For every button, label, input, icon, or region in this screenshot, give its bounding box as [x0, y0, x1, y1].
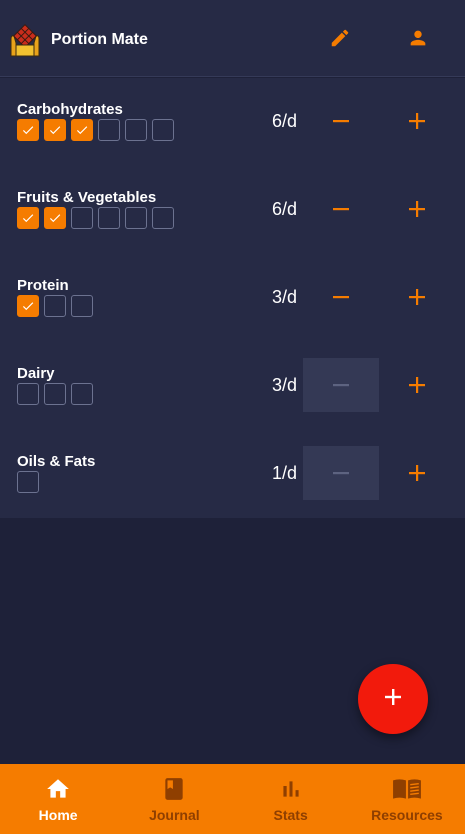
- minus-icon: [332, 376, 350, 394]
- app-title: Portion Mate: [51, 31, 148, 48]
- nav-stats-label: Stats: [273, 807, 308, 823]
- serving-checkboxes: [17, 471, 44, 493]
- daily-target: 6/d: [272, 199, 298, 219]
- increment-button[interactable]: [379, 270, 455, 324]
- serving-checkboxes: [17, 295, 98, 317]
- increment-button[interactable]: [379, 182, 455, 236]
- plus-icon: [383, 687, 403, 712]
- check-icon: [21, 299, 35, 313]
- nav-journal-label: Journal: [149, 807, 200, 823]
- check-icon: [75, 123, 89, 137]
- plus-icon: [408, 200, 426, 218]
- app-root: Portion Mate Carbohydrates 6/d Fruits & Ve…: [0, 0, 465, 834]
- nav-resources[interactable]: Resources: [349, 764, 465, 834]
- serving-checkbox-checked[interactable]: [17, 119, 39, 141]
- bar-chart-icon: [278, 776, 304, 802]
- category-row: Protein 3/d: [0, 277, 465, 365]
- serving-checkbox[interactable]: [44, 295, 66, 317]
- plus-icon: [408, 112, 426, 130]
- check-icon: [48, 123, 62, 137]
- nav-stats[interactable]: Stats: [233, 764, 349, 834]
- minus-icon: [332, 112, 350, 130]
- nav-home-label: Home: [38, 807, 78, 823]
- category-label: Oils & Fats: [17, 453, 96, 470]
- daily-target: 3/d: [272, 375, 298, 395]
- portion-list: Carbohydrates 6/d Fruits & Vegetables 6/d Pr…: [0, 78, 465, 518]
- plus-icon: [408, 464, 426, 482]
- serving-checkbox[interactable]: [125, 207, 147, 229]
- add-entry-button[interactable]: [358, 664, 428, 734]
- minus-icon: [332, 200, 350, 218]
- nav-journal[interactable]: Journal: [116, 764, 232, 834]
- category-row: Fruits & Vegetables 6/d: [0, 189, 465, 277]
- serving-checkbox[interactable]: [71, 383, 93, 405]
- serving-checkboxes: [17, 207, 179, 229]
- serving-checkbox-checked[interactable]: [44, 207, 66, 229]
- app-logo-icon: [8, 23, 42, 57]
- category-label: Fruits & Vegetables: [17, 189, 157, 206]
- serving-checkbox[interactable]: [98, 207, 120, 229]
- decrement-button[interactable]: [303, 94, 379, 148]
- decrement-button[interactable]: [303, 182, 379, 236]
- daily-target: 3/d: [272, 287, 298, 307]
- increment-button[interactable]: [379, 94, 455, 148]
- daily-target: 1/d: [272, 463, 298, 483]
- plus-icon: [408, 376, 426, 394]
- serving-checkbox[interactable]: [17, 383, 39, 405]
- serving-checkbox[interactable]: [152, 207, 174, 229]
- decrement-button[interactable]: [303, 270, 379, 324]
- serving-checkbox[interactable]: [71, 207, 93, 229]
- decrement-button[interactable]: [303, 358, 379, 412]
- serving-checkbox[interactable]: [17, 471, 39, 493]
- daily-target: 6/d: [272, 111, 298, 131]
- increment-button[interactable]: [379, 358, 455, 412]
- serving-checkbox[interactable]: [125, 119, 147, 141]
- serving-checkbox-checked[interactable]: [71, 119, 93, 141]
- open-book-icon: [392, 776, 422, 802]
- home-icon: [45, 776, 71, 802]
- serving-checkboxes: [17, 119, 179, 141]
- minus-icon: [332, 288, 350, 306]
- check-icon: [48, 211, 62, 225]
- serving-checkbox[interactable]: [152, 119, 174, 141]
- category-row: Oils & Fats 1/d: [0, 446, 465, 541]
- serving-checkbox-checked[interactable]: [17, 295, 39, 317]
- serving-checkboxes: [17, 383, 98, 405]
- plus-icon: [408, 288, 426, 306]
- decrement-button[interactable]: [303, 446, 379, 500]
- edit-button[interactable]: [324, 24, 356, 56]
- category-row: Dairy 3/d: [0, 358, 465, 453]
- serving-checkbox[interactable]: [71, 295, 93, 317]
- category-row: Carbohydrates 6/d: [0, 101, 465, 189]
- app-header: Portion Mate: [0, 0, 465, 77]
- category-label: Carbohydrates: [17, 101, 123, 118]
- serving-checkbox[interactable]: [44, 383, 66, 405]
- serving-checkbox-checked[interactable]: [44, 119, 66, 141]
- check-icon: [21, 123, 35, 137]
- book-icon: [161, 776, 187, 802]
- nav-resources-label: Resources: [371, 807, 443, 823]
- serving-checkbox[interactable]: [98, 119, 120, 141]
- profile-button[interactable]: [402, 24, 434, 56]
- person-icon: [407, 27, 429, 54]
- category-label: Dairy: [17, 365, 55, 382]
- pencil-icon: [329, 27, 351, 54]
- increment-button[interactable]: [379, 446, 455, 500]
- bottom-navigation: Home Journal Stats Resources: [0, 764, 465, 834]
- minus-icon: [332, 464, 350, 482]
- serving-checkbox-checked[interactable]: [17, 207, 39, 229]
- check-icon: [21, 211, 35, 225]
- nav-home[interactable]: Home: [0, 764, 116, 834]
- category-label: Protein: [17, 277, 69, 294]
